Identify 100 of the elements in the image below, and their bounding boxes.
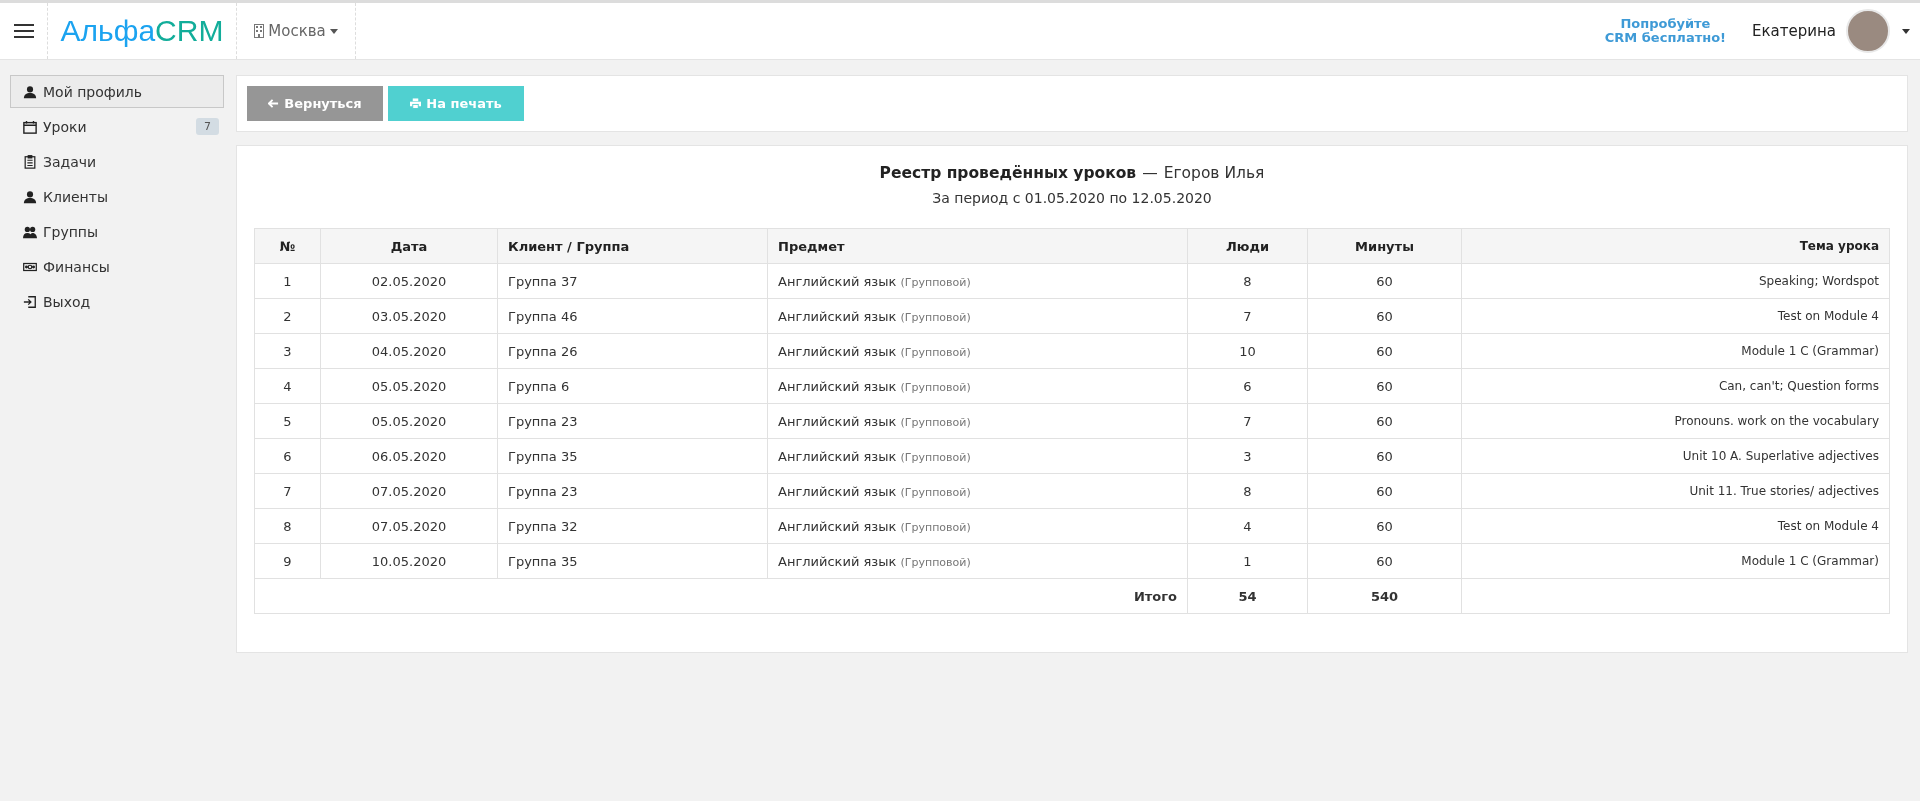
users-icon bbox=[23, 224, 37, 239]
table-cell: 2 bbox=[254, 298, 321, 334]
sidebar-item[interactable]: Выход bbox=[10, 285, 224, 318]
table-cell: 60 bbox=[1307, 368, 1462, 404]
total-label: Итого bbox=[254, 578, 1188, 614]
table-cell: Unit 11. True stories/ adjectives bbox=[1461, 473, 1890, 509]
column-header: Клиент / Группа bbox=[497, 228, 768, 264]
table-cell: 1 bbox=[1187, 543, 1308, 579]
sidebar-item[interactable]: Задачи bbox=[10, 145, 224, 178]
subject-text: Английский язык bbox=[778, 448, 897, 464]
avatar[interactable] bbox=[1846, 9, 1890, 53]
clipboard-icon bbox=[23, 154, 37, 169]
table-cell: 60 bbox=[1307, 543, 1462, 579]
table-cell: 03.05.2020 bbox=[320, 298, 498, 334]
table-cell: 10 bbox=[1187, 333, 1308, 369]
table-cell: 8 bbox=[254, 508, 321, 544]
lesson-type: (Групповой) bbox=[900, 485, 971, 499]
table-cell: 60 bbox=[1307, 333, 1462, 369]
logout-icon bbox=[23, 294, 37, 309]
sidebar-item[interactable]: Финансы bbox=[10, 250, 224, 283]
sidebar-item[interactable]: Уроки 7 bbox=[10, 110, 224, 143]
subject-text: Английский язык bbox=[778, 553, 897, 569]
lesson-type: (Групповой) bbox=[900, 310, 971, 324]
calendar-icon bbox=[23, 119, 37, 134]
table-cell: 07.05.2020 bbox=[320, 473, 498, 509]
table-cell: 9 bbox=[254, 543, 321, 579]
column-header: Минуты bbox=[1307, 228, 1462, 264]
table-cell: Test on Module 4 bbox=[1461, 298, 1890, 334]
branch-dropdown[interactable]: Москва bbox=[252, 20, 340, 42]
table-cell: 4 bbox=[1187, 508, 1308, 544]
table-cell: 5 bbox=[254, 403, 321, 439]
table-cell: 60 bbox=[1307, 438, 1462, 474]
table-cell: 06.05.2020 bbox=[320, 438, 498, 474]
table-cell: Группа 32 bbox=[497, 508, 768, 544]
lesson-type: (Групповой) bbox=[900, 380, 971, 394]
user-icon bbox=[23, 84, 37, 99]
report-title: Реестр проведённых уроков bbox=[879, 164, 1137, 182]
table-cell: Module 1 C (Grammar) bbox=[1461, 543, 1890, 579]
table-cell: 60 bbox=[1307, 403, 1462, 439]
caret-icon[interactable] bbox=[1902, 28, 1910, 34]
table-cell: Группа 37 bbox=[497, 263, 768, 299]
table-cell: 60 bbox=[1307, 298, 1462, 334]
user-icon bbox=[23, 189, 37, 204]
column-header: № bbox=[254, 228, 321, 264]
caret-icon bbox=[329, 28, 338, 34]
lesson-type: (Групповой) bbox=[900, 275, 971, 289]
lesson-type: (Групповой) bbox=[900, 520, 971, 534]
table-cell: 60 bbox=[1307, 263, 1462, 299]
table-cell: 7 bbox=[1187, 403, 1308, 439]
sidebar-item[interactable]: Группы bbox=[10, 215, 224, 248]
subject-text: Английский язык bbox=[778, 483, 897, 499]
arrow-left-icon bbox=[268, 98, 280, 109]
table-cell: Pronouns. work on the vocabulary bbox=[1461, 403, 1890, 439]
total-cell: 540 bbox=[1307, 578, 1462, 614]
table-cell: 02.05.2020 bbox=[320, 263, 498, 299]
table-cell: Группа 26 bbox=[497, 333, 768, 369]
table-cell: 3 bbox=[1187, 438, 1308, 474]
table-cell: Группа 6 bbox=[497, 368, 768, 404]
table-cell: 8 bbox=[1187, 263, 1308, 299]
table-cell: Test on Module 4 bbox=[1461, 508, 1890, 544]
table-cell: 05.05.2020 bbox=[320, 403, 498, 439]
table-cell: Группа 23 bbox=[497, 473, 768, 509]
teacher-name: Егоров Илья bbox=[1163, 164, 1265, 182]
table-cell: 7 bbox=[254, 473, 321, 509]
sidebar-item[interactable]: Мой профиль bbox=[10, 75, 224, 108]
table-cell: Can, can't; Question forms bbox=[1461, 368, 1890, 404]
lesson-type: (Групповой) bbox=[900, 415, 971, 429]
report-period: За период с 01.05.2020 по 12.05.2020 bbox=[931, 190, 1213, 206]
subject-text: Английский язык bbox=[778, 308, 897, 324]
lesson-type: (Групповой) bbox=[900, 345, 971, 359]
table-cell: Speaking; Wordspot bbox=[1461, 263, 1890, 299]
building-icon bbox=[254, 24, 265, 38]
subject-text: Английский язык bbox=[778, 413, 897, 429]
column-header: Тема урока bbox=[1461, 228, 1890, 264]
count-badge: 7 bbox=[196, 118, 219, 135]
printer-icon bbox=[410, 98, 422, 109]
sidebar-item[interactable]: Клиенты bbox=[10, 180, 224, 213]
subject-text: Английский язык bbox=[778, 518, 897, 534]
table-cell: 05.05.2020 bbox=[320, 368, 498, 404]
table-cell: 07.05.2020 bbox=[320, 508, 498, 544]
table-cell: Группа 23 bbox=[497, 403, 768, 439]
column-header: Предмет bbox=[767, 228, 1188, 264]
table-cell: 60 bbox=[1307, 473, 1462, 509]
column-header: Дата bbox=[320, 228, 498, 264]
dash: — bbox=[1142, 164, 1158, 182]
table-cell: 8 bbox=[1187, 473, 1308, 509]
table-cell: Группа 35 bbox=[497, 438, 768, 474]
table-cell: Группа 46 bbox=[497, 298, 768, 334]
lesson-type: (Групповой) bbox=[900, 555, 971, 569]
lesson-type: (Групповой) bbox=[900, 450, 971, 464]
menu-icon[interactable] bbox=[13, 23, 34, 39]
table-cell: 4 bbox=[254, 368, 321, 404]
table-cell: 60 bbox=[1307, 508, 1462, 544]
table-cell: 3 bbox=[254, 333, 321, 369]
user-name[interactable]: Екатерина bbox=[1752, 22, 1836, 40]
table-cell: 04.05.2020 bbox=[320, 333, 498, 369]
subject-text: Английский язык bbox=[778, 343, 897, 359]
subject-text: Английский язык bbox=[778, 273, 897, 289]
total-cell: 54 bbox=[1187, 578, 1308, 614]
column-header: Люди bbox=[1187, 228, 1308, 264]
